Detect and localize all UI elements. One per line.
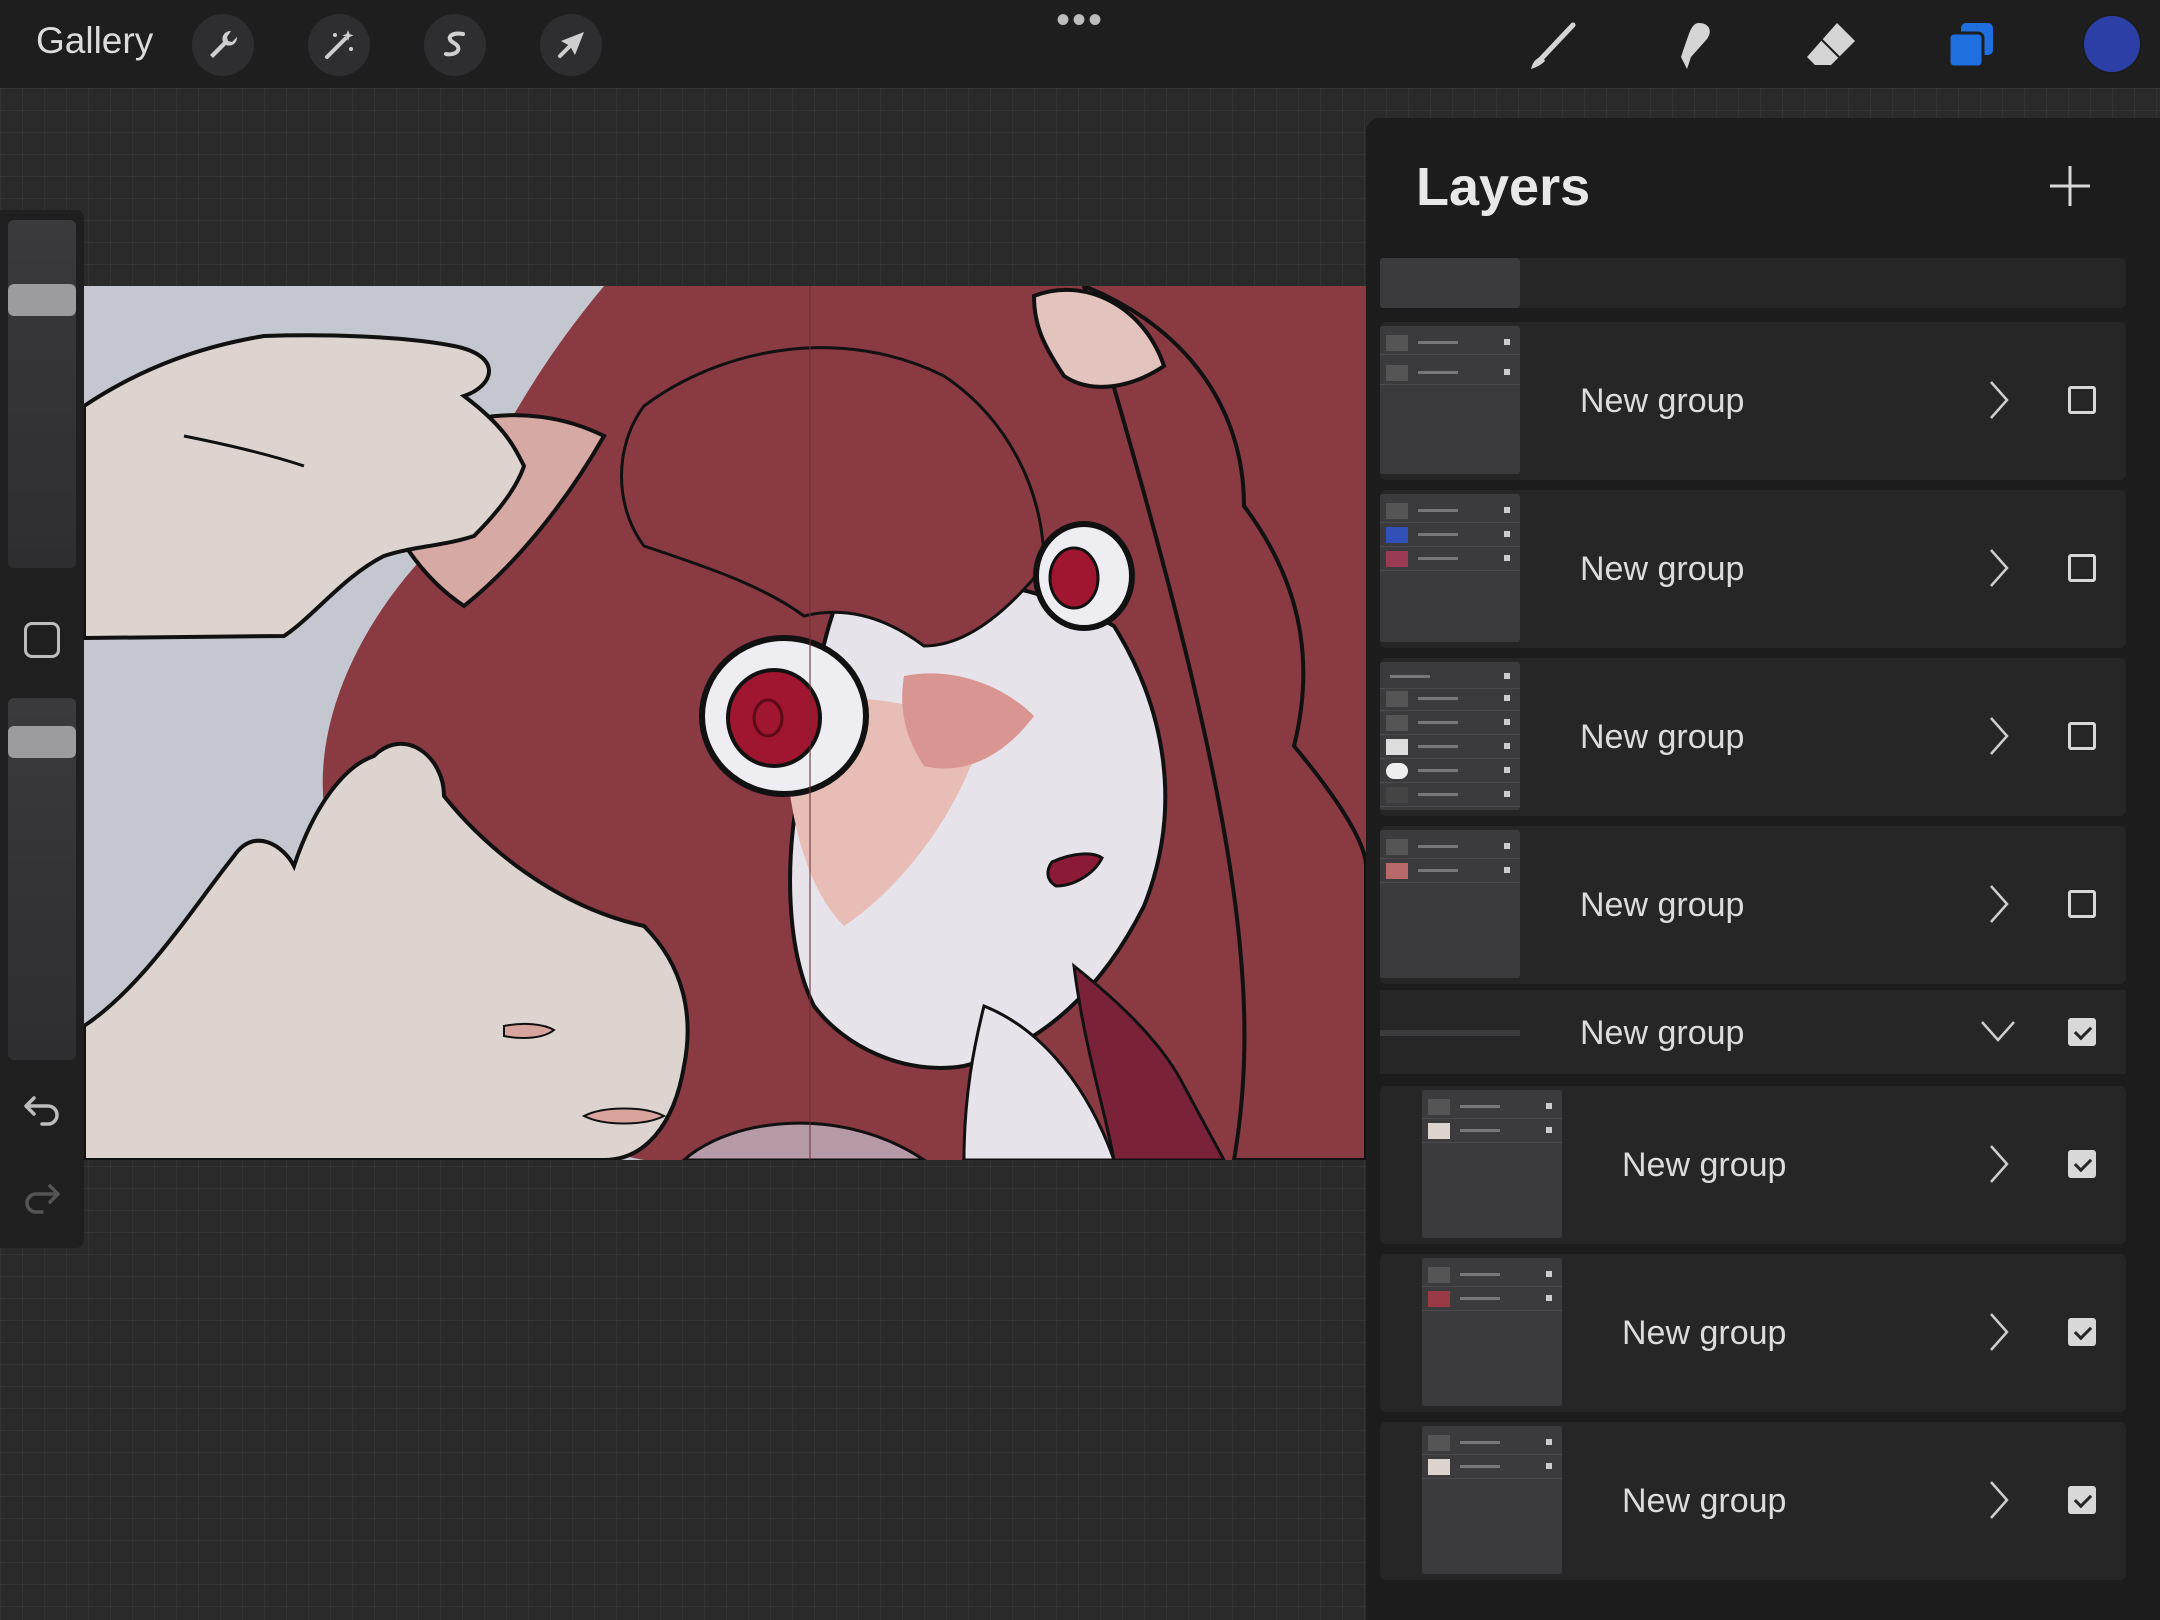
eraser-tool-button[interactable] — [1796, 14, 1866, 76]
chevron-right-icon[interactable] — [1986, 1478, 2012, 1522]
layer-row[interactable]: New group — [1380, 1086, 2126, 1244]
layer-thumbnail — [1380, 258, 1520, 308]
redo-icon[interactable] — [22, 1178, 62, 1218]
layer-visibility-checkbox[interactable] — [2068, 386, 2096, 414]
layer-name: New group — [1580, 886, 1745, 924]
layer-thumbnail — [1380, 830, 1520, 978]
chevron-right-icon[interactable] — [1986, 714, 2012, 758]
actions-button[interactable] — [192, 14, 254, 76]
chevron-right-icon[interactable] — [1986, 882, 2012, 926]
layer-row-expanded[interactable]: New group — [1380, 990, 2126, 1074]
transform-arrow-icon — [558, 32, 584, 58]
layer-thumbnail-collapsed — [1380, 1030, 1520, 1036]
brush-icon — [1531, 22, 1576, 69]
layer-name: New group — [1580, 1014, 1745, 1052]
layer-name: New group — [1622, 1482, 1787, 1520]
adjustments-button[interactable] — [308, 14, 370, 76]
layer-visibility-checkbox[interactable] — [2068, 890, 2096, 918]
undo-icon[interactable] — [22, 1090, 62, 1130]
brush-tool-button[interactable] — [1518, 14, 1588, 76]
layer-thumbnail — [1422, 1090, 1562, 1238]
chevron-down-icon[interactable] — [1978, 1016, 2018, 1046]
layer-row[interactable]: New group — [1380, 826, 2126, 984]
layer-visibility-checkbox[interactable] — [2068, 1318, 2096, 1346]
more-options-button[interactable]: ••• — [1056, 0, 1104, 40]
layer-name: New group — [1622, 1314, 1787, 1352]
layer-visibility-checkbox[interactable] — [2068, 1018, 2096, 1046]
layer-visibility-checkbox[interactable] — [2068, 722, 2096, 750]
selection-button[interactable] — [424, 14, 486, 76]
smudge-icon — [1681, 23, 1710, 69]
top-toolbar: Gallery ••• — [0, 0, 2160, 88]
layer-visibility-checkbox[interactable] — [2068, 1486, 2096, 1514]
left-sidebar — [0, 210, 84, 1248]
layer-name: New group — [1622, 1146, 1787, 1184]
layer-thumbnail — [1422, 1426, 1562, 1574]
eraser-icon — [1807, 23, 1855, 65]
layers-icon — [1947, 23, 1993, 69]
layer-row[interactable]: New group — [1380, 658, 2126, 816]
magic-wand-icon — [325, 30, 354, 59]
gallery-button[interactable]: Gallery — [36, 20, 153, 62]
chevron-right-icon[interactable] — [1986, 1310, 2012, 1354]
plus-icon[interactable] — [2044, 160, 2096, 212]
layer-visibility-checkbox[interactable] — [2068, 1150, 2096, 1178]
layer-thumbnail — [1380, 326, 1520, 474]
modify-button[interactable] — [24, 622, 60, 658]
layers-panel: Layers New group New group New group New… — [1366, 118, 2160, 1620]
layer-row[interactable]: New group — [1380, 490, 2126, 648]
layer-thumbnail — [1422, 1258, 1562, 1406]
layer-thumbnail — [1380, 494, 1520, 642]
layers-panel-title: Layers — [1416, 157, 1591, 217]
layer-name: New group — [1580, 550, 1745, 588]
color-picker-button[interactable] — [2084, 16, 2140, 72]
layer-thumbnail — [1380, 662, 1520, 810]
opacity-thumb[interactable] — [8, 726, 76, 758]
layer-name: New group — [1580, 382, 1745, 420]
selection-s-icon — [444, 31, 465, 57]
layer-name: New group — [1580, 718, 1745, 756]
wrench-icon — [210, 30, 238, 58]
artwork — [84, 286, 1366, 1160]
layer-row-partial[interactable] — [1380, 258, 2126, 308]
transform-button[interactable] — [540, 14, 602, 76]
layer-row[interactable]: New group — [1380, 1254, 2126, 1412]
drawing-canvas[interactable] — [84, 286, 1366, 1160]
brush-size-slider[interactable] — [8, 220, 76, 568]
smudge-tool-button[interactable] — [1656, 14, 1726, 76]
layers-tool-button[interactable] — [1936, 14, 2006, 76]
layer-row[interactable]: New group — [1380, 322, 2126, 480]
layer-visibility-checkbox[interactable] — [2068, 554, 2096, 582]
brush-size-thumb[interactable] — [8, 284, 76, 316]
chevron-right-icon[interactable] — [1986, 1142, 2012, 1186]
layer-row[interactable]: New group — [1380, 1422, 2126, 1580]
chevron-right-icon[interactable] — [1986, 378, 2012, 422]
chevron-right-icon[interactable] — [1986, 546, 2012, 590]
